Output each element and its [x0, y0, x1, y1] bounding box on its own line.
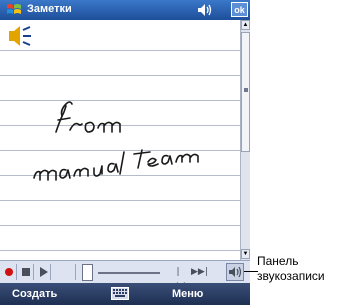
- callout-leader-line: [244, 271, 258, 272]
- callout-line1: Панель: [257, 254, 299, 268]
- softkey-menu[interactable]: Меню: [172, 288, 203, 300]
- softkey-bar: Создать Меню: [0, 283, 250, 305]
- note-canvas[interactable]: [0, 20, 240, 260]
- handwriting-ink: [33, 101, 199, 181]
- playback-track[interactable]: [98, 272, 160, 274]
- play-button[interactable]: [36, 264, 51, 280]
- scroll-up-arrow[interactable]: ▲: [241, 20, 250, 30]
- keyboard-icon[interactable]: [111, 287, 129, 300]
- stop-button[interactable]: [19, 264, 34, 280]
- softkey-new[interactable]: Создать: [12, 288, 57, 300]
- playback-slider-handle[interactable]: [82, 264, 93, 281]
- callout-label: Панель звукозаписи: [257, 254, 357, 284]
- recording-toolbar: |◀◀ ▶▶|: [0, 260, 250, 291]
- callout-line2: звукозаписи: [257, 269, 325, 283]
- record-button[interactable]: [2, 264, 17, 280]
- window-title: Заметки: [27, 3, 72, 15]
- scroll-thumb[interactable]: [241, 32, 250, 152]
- skip-back-icon[interactable]: |◀◀: [170, 265, 186, 291]
- stop-icon: [22, 268, 30, 276]
- skip-forward-icon[interactable]: ▶▶|: [191, 265, 208, 279]
- record-icon: [5, 268, 13, 276]
- windows-start-icon[interactable]: [6, 2, 22, 18]
- recorder-toggle-icon[interactable]: [226, 263, 244, 281]
- scroll-down-arrow[interactable]: ▼: [241, 249, 250, 259]
- pocket-pc-screen: Заметки ok ▲ ▼ | ▶▶| Создать Меню: [0, 0, 250, 305]
- play-icon: [40, 267, 48, 277]
- vertical-scrollbar[interactable]: ▲ ▼: [240, 20, 250, 260]
- toolbar-divider: [54, 264, 76, 280]
- scroll-grip: [244, 88, 248, 92]
- ok-button[interactable]: ok: [231, 2, 248, 17]
- volume-icon[interactable]: [196, 2, 214, 18]
- title-bar: Заметки ok: [0, 0, 250, 20]
